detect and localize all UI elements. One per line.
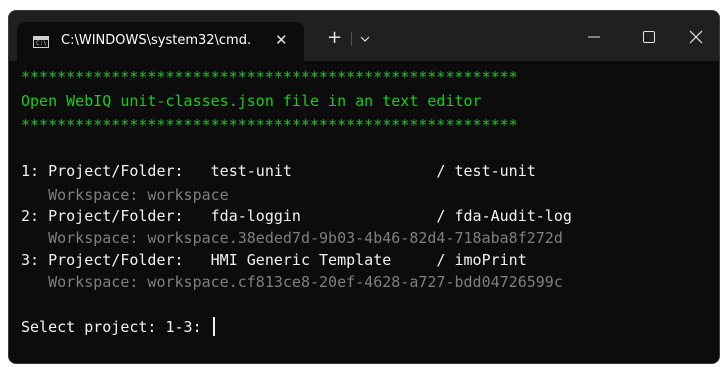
maximize-button[interactable]	[629, 22, 669, 52]
banner-top: ****************************************…	[21, 68, 518, 86]
cmd-icon: C:\	[33, 36, 49, 48]
terminal-output[interactable]: ****************************************…	[9, 61, 719, 363]
project-line-2: 2: Project/Folder: fda-loggin / fda-Audi…	[21, 207, 572, 225]
banner-bottom: ****************************************…	[21, 116, 518, 134]
prompt-text: Select project: 1-3:	[21, 318, 211, 336]
new-tab-button[interactable]: +	[327, 29, 342, 47]
terminal-window: C:\ C:\WINDOWS\system32\cmd. ✕ + *******…	[8, 10, 720, 364]
workspace-line-1: Workspace: workspace	[21, 186, 229, 204]
banner-text: Open WebIQ unit-classes.json file in an …	[21, 92, 482, 110]
close-tab-icon[interactable]: ✕	[275, 30, 288, 50]
title-bar[interactable]: C:\ C:\WINDOWS\system32\cmd. ✕ +	[9, 11, 719, 61]
workspace-line-3: Workspace: workspace.cf813ce8-20ef-4628-…	[21, 273, 563, 291]
workspace-line-2: Workspace: workspace.38eded7d-9b03-4b46-…	[21, 229, 563, 247]
minimize-button[interactable]	[574, 22, 614, 52]
tab-cmd[interactable]: C:\ C:\WINDOWS\system32\cmd. ✕	[17, 22, 304, 61]
chevron-down-icon[interactable]	[359, 33, 371, 45]
text-cursor	[212, 317, 215, 336]
project-line-3: 3: Project/Folder: HMI Generic Template …	[21, 251, 527, 269]
prompt-line[interactable]: Select project: 1-3:	[21, 317, 215, 337]
tab-separator	[351, 32, 352, 46]
close-window-button[interactable]	[676, 22, 716, 52]
project-line-1: 1: Project/Folder: test-unit / test-unit	[21, 162, 536, 180]
tab-title: C:\WINDOWS\system32\cmd.	[61, 33, 252, 48]
